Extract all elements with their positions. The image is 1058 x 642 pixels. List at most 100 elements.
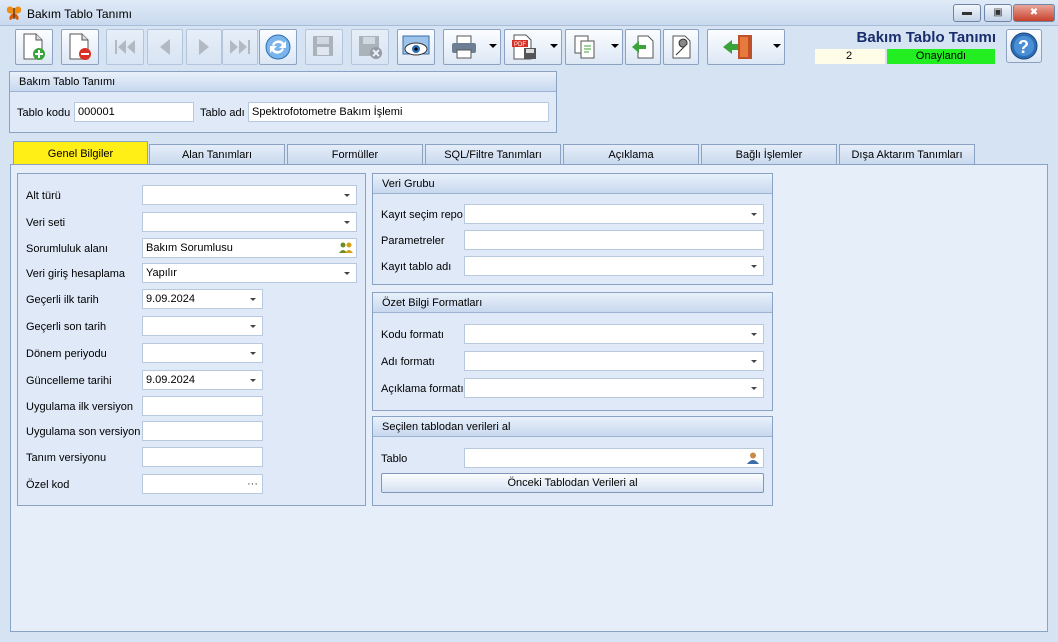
general-info-panel: Alt türü Veri seti Sorumluluk alanı Bakı… bbox=[17, 173, 366, 506]
preview-button[interactable] bbox=[397, 29, 435, 65]
definition-version-label: Tanım versiyonu bbox=[26, 452, 107, 464]
update-date-label: Güncelleme tarihi bbox=[26, 375, 112, 387]
first-record-button[interactable] bbox=[106, 29, 144, 65]
load-previous-table-button[interactable]: Önceki Tablodan Verileri al bbox=[381, 473, 764, 493]
parameters-label: Parametreler bbox=[381, 235, 445, 247]
responsibility-value: Bakım Sorumlusu bbox=[146, 242, 233, 254]
print-button[interactable] bbox=[443, 29, 501, 65]
print-dropdown-arrow[interactable] bbox=[489, 44, 497, 48]
chevron-down-icon bbox=[751, 360, 757, 363]
chevron-down-icon bbox=[751, 213, 757, 216]
chevron-down-icon bbox=[344, 194, 350, 197]
load-from-table-panel: Seçilen tablodan verileri al Tablo Öncek… bbox=[372, 416, 773, 506]
import-icon bbox=[632, 35, 654, 59]
cancel-save-icon bbox=[359, 36, 382, 59]
settings-button[interactable] bbox=[663, 29, 699, 65]
data-entry-calc-label: Veri giriş hesaplama bbox=[26, 268, 126, 280]
close-button[interactable]: ✖ bbox=[1013, 4, 1055, 22]
last-record-button[interactable] bbox=[222, 29, 258, 65]
record-table-name-combo[interactable] bbox=[464, 256, 764, 276]
valid-start-date-picker[interactable]: 9.09.2024 bbox=[142, 289, 263, 309]
save-button[interactable] bbox=[305, 29, 343, 65]
record-select-repo-label: Kayıt seçim repo bbox=[381, 209, 463, 221]
name-format-label: Adı formatı bbox=[381, 356, 435, 368]
data-group-title: Veri Grubu bbox=[373, 174, 772, 194]
title-bar: Bakım Tablo Tanımı ▬ ▣ ✖ bbox=[0, 0, 1058, 26]
summary-formats-panel: Özet Bilgi Formatları Kodu formatı Adı f… bbox=[372, 292, 773, 411]
tab-description[interactable]: Açıklama bbox=[563, 144, 699, 164]
data-entry-calc-combo[interactable]: Yapılır bbox=[142, 263, 357, 283]
name-label: Tablo adı bbox=[200, 107, 245, 119]
tab-export-definitions[interactable]: Dışa Aktarım Tanımları bbox=[839, 144, 975, 164]
chevron-down-icon bbox=[344, 272, 350, 275]
code-input[interactable]: 000001 bbox=[74, 102, 194, 122]
export-dropdown-arrow[interactable] bbox=[550, 44, 558, 48]
users-lookup-icon[interactable] bbox=[339, 242, 353, 254]
svg-text:PDF: PDF bbox=[514, 42, 526, 48]
refresh-button[interactable] bbox=[259, 29, 297, 65]
butterfly-app-icon bbox=[6, 6, 22, 20]
ellipsis-button[interactable]: ··· bbox=[247, 475, 258, 493]
chevron-down-icon bbox=[751, 265, 757, 268]
subtype-combo[interactable] bbox=[142, 185, 357, 205]
code-format-combo[interactable] bbox=[464, 324, 764, 344]
definition-version-input[interactable] bbox=[142, 447, 263, 467]
chevron-down-icon bbox=[250, 298, 256, 301]
special-code-field[interactable]: ··· bbox=[142, 474, 263, 494]
help-button[interactable]: ? bbox=[1006, 29, 1042, 63]
maximize-button[interactable]: ▣ bbox=[984, 4, 1012, 22]
new-button[interactable] bbox=[15, 29, 53, 65]
record-select-repo-combo[interactable] bbox=[464, 204, 764, 224]
preview-icon bbox=[402, 35, 430, 56]
tab-general[interactable]: Genel Bilgiler bbox=[13, 141, 148, 165]
last-record-icon bbox=[230, 40, 250, 54]
update-date-picker[interactable]: 9.09.2024 bbox=[142, 370, 263, 390]
name-format-combo[interactable] bbox=[464, 351, 764, 371]
table-lookup-field[interactable] bbox=[464, 448, 764, 468]
subtype-label: Alt türü bbox=[26, 190, 61, 202]
exit-button[interactable] bbox=[707, 29, 785, 65]
parameters-input[interactable] bbox=[464, 230, 764, 250]
tab-formulas[interactable]: Formüller bbox=[287, 144, 423, 164]
previous-record-icon bbox=[160, 39, 170, 55]
svg-text:?: ? bbox=[1018, 37, 1029, 57]
app-first-version-input[interactable] bbox=[142, 396, 263, 416]
description-format-label: Açıklama formatı bbox=[381, 383, 464, 395]
delete-button[interactable] bbox=[61, 29, 99, 65]
copy-icon bbox=[574, 35, 595, 59]
exit-dropdown-arrow[interactable] bbox=[773, 44, 781, 48]
exit-door-icon bbox=[723, 35, 752, 59]
refresh-icon bbox=[265, 34, 291, 60]
valid-end-date-picker[interactable] bbox=[142, 316, 263, 336]
responsibility-field[interactable]: Bakım Sorumlusu bbox=[142, 238, 357, 258]
app-last-version-label: Uygulama son versiyon bbox=[26, 426, 141, 438]
next-record-button[interactable] bbox=[186, 29, 222, 65]
new-document-icon bbox=[23, 33, 45, 60]
code-format-label: Kodu formatı bbox=[381, 329, 444, 341]
user-lookup-icon[interactable] bbox=[747, 452, 759, 464]
previous-record-button[interactable] bbox=[147, 29, 183, 65]
chevron-down-icon bbox=[250, 379, 256, 382]
data-entry-calc-value: Yapılır bbox=[146, 267, 177, 279]
chevron-down-icon bbox=[344, 221, 350, 224]
copy-dropdown-arrow[interactable] bbox=[611, 44, 619, 48]
export-pdf-button[interactable]: PDF bbox=[504, 29, 562, 65]
copy-button[interactable] bbox=[565, 29, 623, 65]
description-format-combo[interactable] bbox=[464, 378, 764, 398]
delete-document-icon bbox=[69, 33, 91, 60]
close-icon: ✖ bbox=[1029, 7, 1039, 18]
chevron-down-icon bbox=[751, 333, 757, 336]
cancel-save-button[interactable] bbox=[351, 29, 389, 65]
tab-sql-filter[interactable]: SQL/Filtre Tanımları bbox=[425, 144, 561, 164]
record-number: 2 bbox=[815, 49, 885, 64]
tab-field-definitions[interactable]: Alan Tanımları bbox=[149, 144, 285, 164]
minimize-button[interactable]: ▬ bbox=[953, 4, 981, 22]
name-input[interactable]: Spektrofotometre Bakım İşlemi bbox=[248, 102, 549, 122]
app-last-version-input[interactable] bbox=[142, 421, 263, 441]
tab-linked-operations[interactable]: Bağlı İşlemler bbox=[701, 144, 837, 164]
valid-end-date-label: Geçerli son tarih bbox=[26, 321, 107, 333]
period-label: Dönem periyodu bbox=[26, 348, 107, 360]
import-button[interactable] bbox=[625, 29, 661, 65]
dataset-combo[interactable] bbox=[142, 212, 357, 232]
period-combo[interactable] bbox=[142, 343, 263, 363]
